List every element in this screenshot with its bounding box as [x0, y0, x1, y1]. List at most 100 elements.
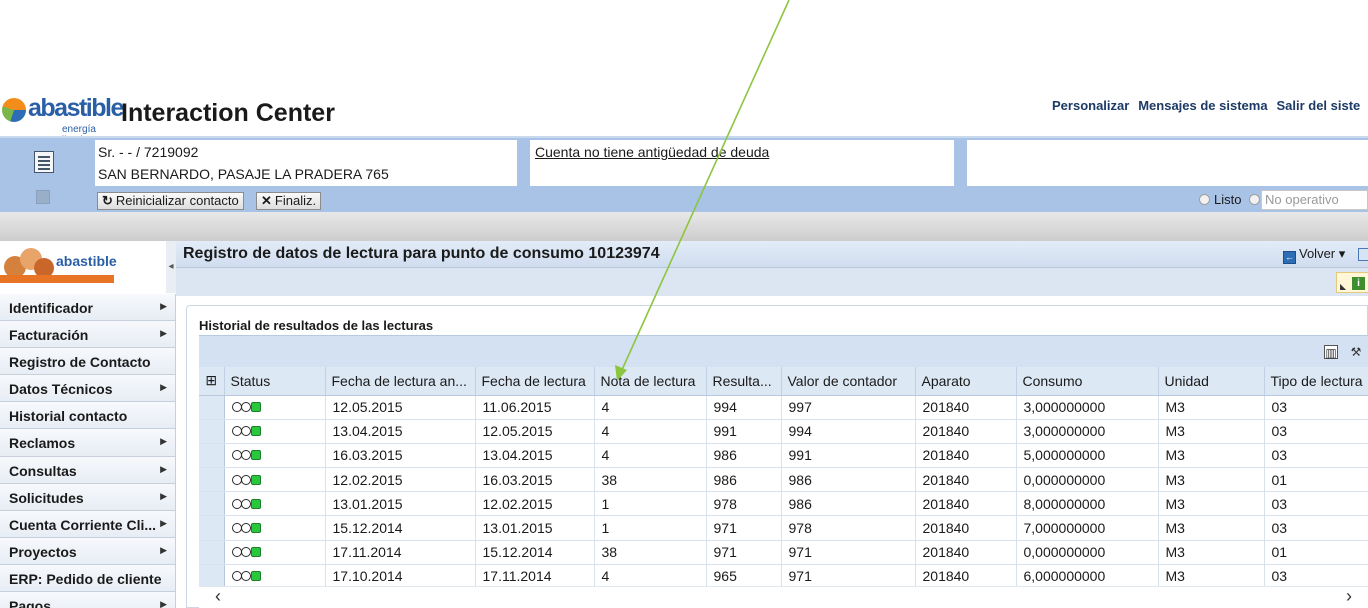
column-config-icon[interactable]: ⊞ — [199, 367, 225, 396]
table-cell: 4 — [594, 395, 707, 420]
offline-status-field[interactable]: No operativo — [1261, 190, 1368, 210]
column-header[interactable]: Tipo de lectura — [1264, 367, 1368, 396]
scroll-left-icon[interactable]: ‹ — [215, 586, 221, 607]
submenu-arrow-icon: ▶ — [160, 436, 167, 447]
sidebar-item[interactable]: Historial contacto — [0, 402, 176, 430]
table-cell: 4 — [594, 564, 707, 590]
table-cell: 03 — [1264, 419, 1368, 444]
table-cell: 991 — [781, 443, 916, 469]
personalize-link[interactable]: Personalizar — [1052, 98, 1129, 113]
table-cell: 12.05.2015 — [475, 419, 595, 444]
save-icon[interactable] — [1358, 248, 1368, 261]
sidebar-item-label: ERP: Pedido de cliente — [9, 570, 162, 587]
table-cell: 11.06.2015 — [475, 395, 595, 420]
collapse-sidebar-icon[interactable]: ◂ — [166, 241, 176, 293]
settings-tool-icon[interactable]: ⚒ — [1349, 345, 1363, 359]
customer-address: SAN BERNARDO, PASAJE LA PRADERA 765 — [98, 166, 389, 182]
reset-contact-button[interactable]: ↻ Reinicializar contacto — [97, 192, 244, 210]
sidebar-item[interactable]: Facturación ▶ — [0, 321, 176, 349]
sidebar-item[interactable]: Proyectos ▶ — [0, 537, 176, 565]
system-messages-link[interactable]: Mensajes de sistema — [1138, 98, 1267, 113]
account-message-link[interactable]: Cuenta no tiene antigüedad de deuda — [535, 144, 769, 160]
status-cell — [224, 540, 326, 565]
sidebar-item-label: Proyectos — [9, 543, 77, 560]
row-selector[interactable] — [199, 564, 225, 590]
column-header[interactable]: Status — [224, 367, 326, 396]
brand-bar: abastible energía limpia Interaction Cen… — [0, 92, 1368, 146]
table-cell: 13.04.2015 — [325, 419, 476, 444]
table-cell: 17.11.2014 — [475, 564, 595, 590]
horizontal-scrollbar[interactable]: ‹ › — [199, 586, 1368, 608]
row-selector[interactable] — [199, 491, 225, 517]
top-links: Personalizar Mensajes de sistema Salir d… — [1052, 97, 1365, 113]
table-cell: 978 — [781, 515, 916, 541]
row-selector[interactable] — [199, 467, 225, 493]
table-row[interactable]: 13.01.2015 12.02.2015 1 978 986 201840 8,00000… — [199, 491, 1368, 517]
row-selector[interactable] — [199, 515, 225, 541]
account-message-box: Cuenta no tiene antigüedad de deuda — [530, 140, 954, 186]
column-header[interactable]: Unidad — [1158, 367, 1265, 396]
column-header[interactable]: Valor de contador — [781, 367, 916, 396]
table-row[interactable]: 12.02.2015 16.03.2015 38 986 986 201840 0,0000… — [199, 467, 1368, 493]
row-selector[interactable] — [199, 395, 225, 420]
offline-radio[interactable] — [1249, 194, 1260, 205]
table-row[interactable]: 17.11.2014 15.12.2014 38 971 971 201840 0,0000… — [199, 540, 1368, 565]
table-cell: 13.01.2015 — [475, 515, 595, 541]
placeholder-icon — [36, 190, 50, 204]
end-contact-button[interactable]: ✕ Finaliz. — [256, 192, 322, 210]
back-icon: ← — [1283, 251, 1296, 264]
table-row[interactable]: 17.10.2014 17.11.2014 4 965 971 201840 6,00000… — [199, 564, 1368, 590]
back-button[interactable]: ← Volver ▾ — [1283, 246, 1345, 264]
table-cell: 1 — [594, 491, 707, 517]
sidebar-item-label: Identificador — [9, 300, 94, 316]
sidebar-item[interactable]: ERP: Pedido de cliente — [0, 564, 176, 593]
status-cell — [224, 491, 326, 517]
sidebar-item-label: Facturación — [9, 327, 89, 344]
column-header[interactable]: Fecha de lectura — [475, 367, 595, 396]
table-row[interactable]: 12.05.2015 11.06.2015 4 994 997 201840 3,00000… — [199, 395, 1368, 420]
table-cell: M3 — [1158, 515, 1265, 541]
ready-label: Listo — [1214, 192, 1242, 207]
column-header[interactable]: Nota de lectura — [594, 367, 707, 396]
column-header[interactable]: Resulta... — [706, 367, 782, 396]
table-row[interactable]: 16.03.2015 13.04.2015 4 986 991 201840 5,00000… — [199, 443, 1368, 469]
row-selector[interactable] — [199, 419, 225, 444]
row-selector[interactable] — [199, 540, 225, 565]
table-cell: 3,000000000 — [1016, 395, 1159, 420]
table-row[interactable]: 15.12.2014 13.01.2015 1 971 978 201840 7,00000… — [199, 515, 1368, 541]
app-title: Interaction Center — [121, 99, 335, 127]
chart-icon[interactable]: ▥ — [1324, 345, 1338, 360]
row-selector[interactable] — [199, 443, 225, 469]
table-header-row: ⊞ Status Fecha de lectura an... Fecha de l… — [199, 367, 1368, 396]
sidebar-item[interactable]: Pagos ▶ — [0, 592, 176, 608]
sidebar-item[interactable]: Datos Técnicos ▶ — [0, 375, 176, 403]
clipboard-icon[interactable] — [34, 151, 54, 173]
ready-radio[interactable] — [1199, 194, 1210, 205]
table-cell: 5,000000000 — [1016, 443, 1159, 469]
sidebar-item[interactable]: Cuenta Corriente Cli... ▶ — [0, 510, 176, 538]
table-cell: 994 — [706, 395, 782, 420]
table-cell: M3 — [1158, 564, 1265, 590]
sidebar-item[interactable]: Reclamos ▶ — [0, 429, 176, 457]
sidebar-item[interactable]: Identificador ▶ — [0, 294, 176, 322]
column-header[interactable]: Consumo — [1016, 367, 1159, 396]
info-messages-button[interactable]: ◣ i — [1336, 272, 1368, 293]
sidebar-item[interactable]: Registro de Contacto — [0, 348, 176, 376]
traffic-light-green-icon — [231, 547, 264, 558]
column-header[interactable]: Aparato — [915, 367, 1017, 396]
panel-title: Historial de resultados de las lecturas — [199, 318, 434, 333]
table-cell: 986 — [706, 467, 782, 493]
sidebar-item[interactable]: Consultas ▶ — [0, 456, 176, 484]
back-dropdown-icon[interactable]: ▾ — [1339, 246, 1346, 261]
scroll-right-icon[interactable]: › — [1346, 586, 1352, 607]
table-cell: 4 — [594, 419, 707, 444]
table-row[interactable]: 13.04.2015 12.05.2015 4 991 994 201840 3,00000… — [199, 419, 1368, 444]
table-cell: 201840 — [915, 515, 1017, 541]
traffic-light-green-icon — [231, 571, 264, 582]
sidebar-item-label: Solicitudes — [9, 489, 84, 506]
message-bar: ◣ i — [176, 268, 1368, 296]
table-cell: 201840 — [915, 491, 1017, 517]
logout-link[interactable]: Salir del siste — [1276, 98, 1360, 113]
sidebar-item[interactable]: Solicitudes ▶ — [0, 483, 176, 511]
column-header[interactable]: Fecha de lectura an... — [325, 367, 476, 396]
